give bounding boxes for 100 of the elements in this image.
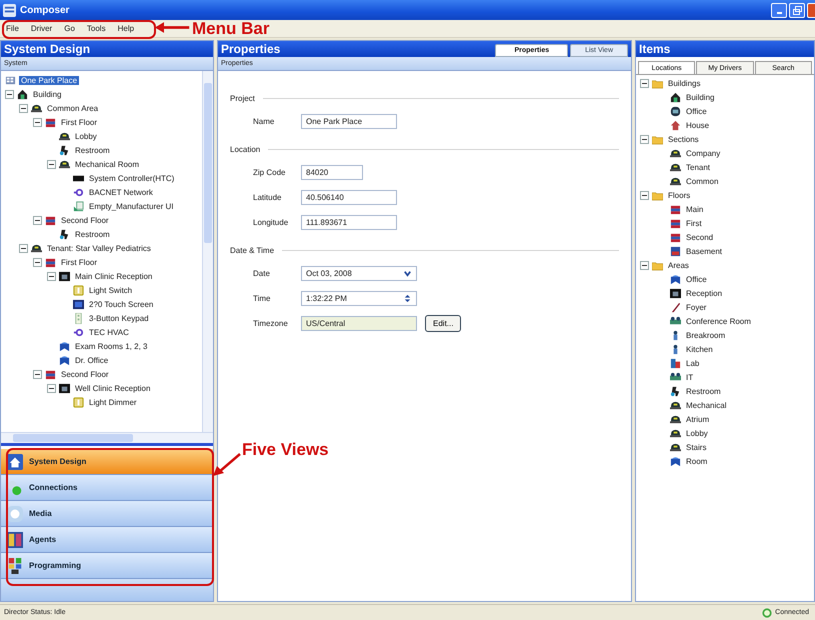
collapse-toggle[interactable] xyxy=(33,258,42,266)
tree-item[interactable]: Room xyxy=(684,456,710,466)
helmet-icon xyxy=(670,428,681,438)
edit-button[interactable]: Edit... xyxy=(425,315,462,332)
tree-item[interactable]: Kitchen xyxy=(684,344,715,354)
collapse-toggle[interactable] xyxy=(33,370,42,378)
tree-item[interactable]: Stairs xyxy=(684,442,708,452)
menu-item[interactable]: File xyxy=(6,24,19,33)
tree-item[interactable]: Floors xyxy=(666,190,692,200)
tree-item[interactable]: Breakroom xyxy=(684,330,728,340)
tree-item[interactable]: Lobby xyxy=(73,132,99,140)
collapse-toggle[interactable] xyxy=(47,384,56,392)
tree-item[interactable]: Atrium xyxy=(684,414,712,424)
tree-item[interactable]: Main xyxy=(684,204,706,214)
tree-item[interactable]: Mechanical Room xyxy=(73,160,142,168)
tree-item[interactable]: Second Floor xyxy=(59,370,111,378)
floor-icon xyxy=(45,116,56,128)
tree-item[interactable]: First Floor xyxy=(59,118,99,126)
tree-item[interactable]: First Floor xyxy=(59,258,99,266)
collapse-toggle[interactable] xyxy=(33,216,42,224)
tree-item[interactable]: Areas xyxy=(666,260,691,270)
tree-item[interactable]: Mechanical xyxy=(684,400,728,410)
tree-item[interactable]: Buildings xyxy=(666,78,702,88)
view-button[interactable]: System Design xyxy=(1,449,213,475)
helmet-icon xyxy=(670,414,681,424)
tree-item[interactable]: Restroom xyxy=(684,386,723,396)
tree-item[interactable]: Tenant xyxy=(684,162,712,172)
collapse-toggle[interactable] xyxy=(640,78,649,88)
menu-item[interactable]: Driver xyxy=(30,24,52,33)
tree-item[interactable]: Dr. Office xyxy=(73,356,110,364)
tree-item[interactable]: Company xyxy=(684,148,722,158)
tree-item[interactable]: Well Clinic Reception xyxy=(73,384,152,392)
date-picker[interactable]: Oct 03, 2008 xyxy=(301,266,417,281)
tree-item[interactable]: Building xyxy=(684,92,716,102)
collapse-toggle[interactable] xyxy=(47,272,56,280)
view-button[interactable]: Media xyxy=(1,501,213,527)
tree-item[interactable]: Reception xyxy=(684,288,724,298)
view-button[interactable]: Programming xyxy=(1,553,213,579)
tree-item[interactable]: Exam Rooms 1, 2, 3 xyxy=(73,342,150,350)
menu-item[interactable]: Go xyxy=(64,24,75,33)
panel-title: System Design xyxy=(4,42,90,56)
input-field[interactable]: 111.893671 xyxy=(301,215,397,230)
field-label: Name xyxy=(253,117,276,126)
tree-item[interactable]: IT xyxy=(684,372,696,382)
collapse-toggle[interactable] xyxy=(640,190,649,200)
helmet-icon xyxy=(59,130,70,142)
tree-item[interactable]: One Park Place xyxy=(19,76,80,84)
minimize-button[interactable] xyxy=(771,2,787,18)
collapse-toggle[interactable] xyxy=(47,160,56,168)
tree-item[interactable]: Restroom xyxy=(73,146,112,154)
tree-item[interactable]: Empty_Manufacturer UI xyxy=(87,202,176,210)
input-field[interactable]: 84020 xyxy=(301,165,363,180)
collapse-toggle[interactable] xyxy=(5,90,14,98)
floor-icon xyxy=(670,232,681,242)
tree-item[interactable]: Foyer xyxy=(684,302,708,312)
tree-item[interactable]: System Controller(HTC) xyxy=(87,174,176,182)
horizontal-scrollbar[interactable] xyxy=(1,432,213,443)
input-field[interactable]: 40.506140 xyxy=(301,190,397,205)
time-spinner[interactable]: 1:32:22 PM xyxy=(301,291,417,306)
tree-item[interactable]: 2?0 Touch Screen xyxy=(87,300,156,308)
tree-item[interactable]: First xyxy=(684,218,704,228)
tree-item[interactable]: Office xyxy=(684,106,709,116)
menu-item[interactable]: Help xyxy=(118,24,134,33)
collapse-toggle[interactable] xyxy=(19,244,28,252)
collapse-toggle[interactable] xyxy=(19,104,28,112)
tree-item[interactable]: Conference Room xyxy=(684,316,753,326)
tree-item[interactable]: Second Floor xyxy=(59,216,111,224)
floor-icon xyxy=(670,218,681,228)
tree-item[interactable]: 3-Button Keypad xyxy=(87,314,151,322)
collapse-toggle[interactable] xyxy=(33,118,42,126)
floor-icon xyxy=(45,214,56,226)
menu-item[interactable]: Tools xyxy=(86,24,106,33)
tree-item[interactable]: Restroom xyxy=(73,230,112,238)
tree-item[interactable]: Light Switch xyxy=(87,286,134,294)
tree-item[interactable]: Sections xyxy=(666,134,701,144)
view-button[interactable]: Connections xyxy=(1,475,213,501)
tree-item[interactable]: Office xyxy=(684,274,709,284)
tree-item[interactable]: Common xyxy=(684,176,720,186)
maximize-button[interactable] xyxy=(789,2,805,18)
arrow xyxy=(155,22,191,33)
connection-icon xyxy=(762,608,772,618)
tree-item[interactable]: Light Dimmer xyxy=(87,398,139,406)
tree-item[interactable]: Second xyxy=(684,232,716,242)
input-field[interactable]: One Park Place xyxy=(301,114,397,129)
input-field[interactable]: US/Central xyxy=(301,316,417,331)
tree-item[interactable]: Lab xyxy=(684,358,702,368)
house-icon xyxy=(7,454,23,470)
tree-item[interactable]: TEC HVAC xyxy=(87,328,131,336)
tree-item[interactable]: Basement xyxy=(684,246,724,256)
view-button[interactable]: Agents xyxy=(1,527,213,553)
tree-item[interactable]: Common Area xyxy=(45,104,100,112)
tree-item[interactable]: Tenant: Star Valley Pediatrics xyxy=(45,244,153,252)
collapse-toggle[interactable] xyxy=(640,134,649,144)
tree-item[interactable]: BACNET Network xyxy=(87,188,155,196)
tree-item[interactable]: Lobby xyxy=(684,428,710,438)
tree-item[interactable]: Main Clinic Reception xyxy=(73,272,154,280)
tree-item[interactable]: Building xyxy=(31,90,64,98)
vertical-scrollbar[interactable] xyxy=(202,71,213,432)
tree-item[interactable]: House xyxy=(684,120,712,130)
collapse-toggle[interactable] xyxy=(640,260,649,270)
